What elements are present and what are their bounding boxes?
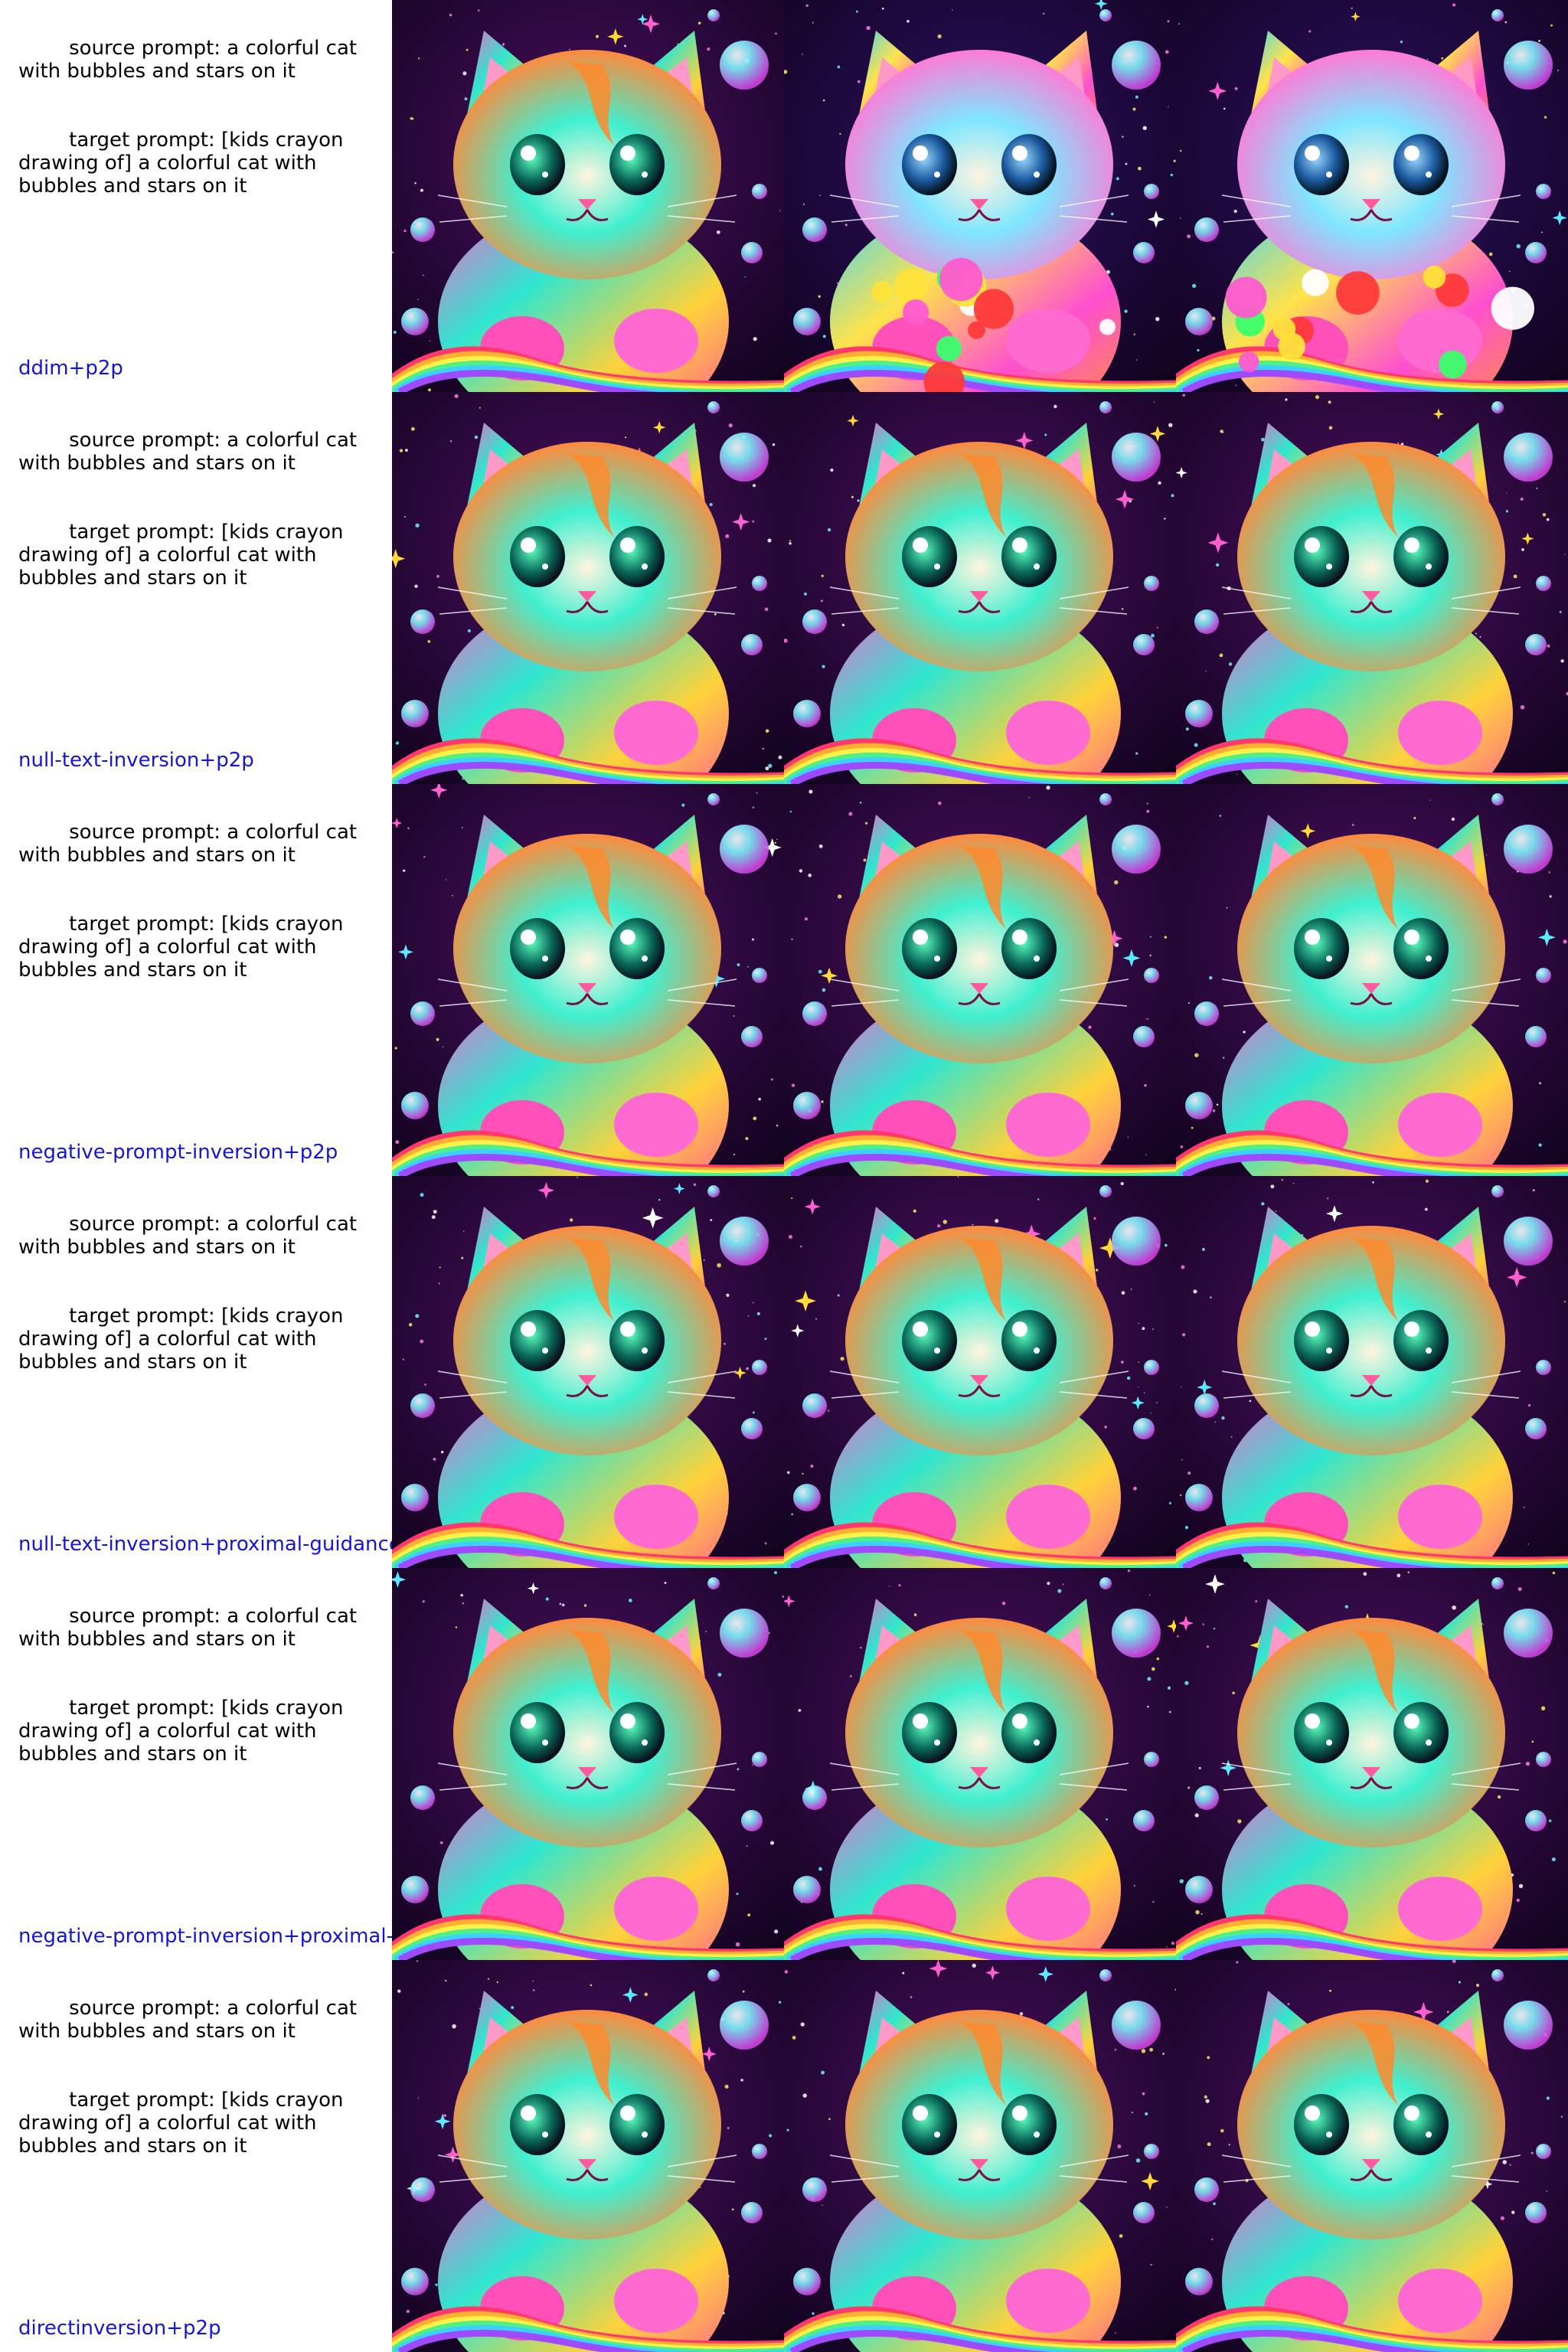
- method-row-5: source prompt: a colorful cat with bubbl…: [0, 1568, 1568, 1960]
- target-prompt: target prompt: [kids crayon drawing of] …: [18, 1305, 350, 1374]
- original-image: [392, 1568, 784, 1960]
- original-image: [392, 784, 784, 1176]
- method-row-2: source prompt: a colorful cat with bubbl…: [0, 392, 1568, 784]
- original-image: [392, 392, 784, 784]
- cat-illustration: [784, 392, 1176, 784]
- edited-image: [1176, 784, 1568, 1176]
- target-prompt: target prompt: [kids crayon drawing of] …: [18, 521, 350, 590]
- source-prompt: source prompt: a colorful cat with bubbl…: [18, 1997, 364, 2043]
- original-image: [392, 1960, 784, 2352]
- method-name: null-text-inversion+p2p: [18, 749, 254, 772]
- source-prompt: source prompt: a colorful cat with bubbl…: [18, 37, 364, 83]
- label-cell: source prompt: a colorful cat with bubbl…: [0, 0, 392, 392]
- reconstruction-image: [784, 1960, 1176, 2352]
- edited-image: [1176, 1176, 1568, 1568]
- comparison-grid: source prompt: a colorful cat with bubbl…: [0, 0, 1568, 2352]
- cat-illustration: [392, 784, 784, 1176]
- prompt-text: source prompt: a colorful cat with bubbl…: [18, 1582, 378, 1788]
- original-image: [392, 0, 784, 392]
- source-prompt: source prompt: a colorful cat with bubbl…: [18, 1213, 364, 1259]
- cat-illustration: [1176, 1960, 1568, 2352]
- source-prompt: source prompt: a colorful cat with bubbl…: [18, 429, 364, 475]
- label-cell: source prompt: a colorful cat with bubbl…: [0, 1568, 392, 1960]
- target-prompt: target prompt: [kids crayon drawing of] …: [18, 129, 350, 198]
- method-name: ddim+p2p: [18, 357, 123, 380]
- cat-illustration: [392, 1960, 784, 2352]
- label-cell: source prompt: a colorful cat with bubbl…: [0, 784, 392, 1176]
- prompt-text: source prompt: a colorful cat with bubbl…: [18, 406, 378, 612]
- prompt-text: source prompt: a colorful cat with bubbl…: [18, 798, 378, 1004]
- cat-illustration: [1176, 0, 1568, 392]
- cat-illustration: [784, 1568, 1176, 1960]
- cat-illustration: [392, 1568, 784, 1960]
- label-cell: source prompt: a colorful cat with bubbl…: [0, 392, 392, 784]
- target-prompt: target prompt: [kids crayon drawing of] …: [18, 913, 350, 982]
- cat-illustration: [784, 1960, 1176, 2352]
- edited-image: [1176, 0, 1568, 392]
- cat-illustration: [1176, 392, 1568, 784]
- method-name: directinversion+p2p: [18, 2317, 221, 2340]
- source-prompt: source prompt: a colorful cat with bubbl…: [18, 1605, 364, 1651]
- cat-illustration: [784, 784, 1176, 1176]
- reconstruction-image: [784, 1176, 1176, 1568]
- target-prompt: target prompt: [kids crayon drawing of] …: [18, 2089, 350, 2158]
- reconstruction-image: [784, 1568, 1176, 1960]
- label-cell: source prompt: a colorful cat with bubbl…: [0, 1960, 392, 2352]
- target-prompt: target prompt: [kids crayon drawing of] …: [18, 1697, 350, 1766]
- cat-illustration: [392, 0, 784, 392]
- prompt-text: source prompt: a colorful cat with bubbl…: [18, 1974, 378, 2180]
- cat-illustration: [392, 1176, 784, 1568]
- cat-illustration: [392, 392, 784, 784]
- method-row-6: source prompt: a colorful cat with bubbl…: [0, 1960, 1568, 2352]
- method-name: null-text-inversion+proximal-guidance: [18, 1533, 392, 1556]
- reconstruction-image: [784, 392, 1176, 784]
- method-name: negative-prompt-inversion+p2p: [18, 1141, 338, 1164]
- method-name: negative-prompt-inversion+proximal-g: [18, 1925, 392, 1948]
- label-cell: source prompt: a colorful cat with bubbl…: [0, 1176, 392, 1568]
- prompt-text: source prompt: a colorful cat with bubbl…: [18, 1190, 378, 1396]
- source-prompt: source prompt: a colorful cat with bubbl…: [18, 821, 364, 867]
- method-row-1: source prompt: a colorful cat with bubbl…: [0, 0, 1568, 392]
- cat-illustration: [1176, 784, 1568, 1176]
- edited-image: [1176, 1960, 1568, 2352]
- cat-illustration: [1176, 1568, 1568, 1960]
- cat-illustration: [1176, 1176, 1568, 1568]
- method-row-3: source prompt: a colorful cat with bubbl…: [0, 784, 1568, 1176]
- prompt-text: source prompt: a colorful cat with bubbl…: [18, 14, 378, 220]
- original-image: [392, 1176, 784, 1568]
- cat-illustration: [784, 1176, 1176, 1568]
- method-row-4: source prompt: a colorful cat with bubbl…: [0, 1176, 1568, 1568]
- cat-illustration: [784, 0, 1176, 392]
- edited-image: [1176, 392, 1568, 784]
- edited-image: [1176, 1568, 1568, 1960]
- reconstruction-image: [784, 784, 1176, 1176]
- reconstruction-image: [784, 0, 1176, 392]
